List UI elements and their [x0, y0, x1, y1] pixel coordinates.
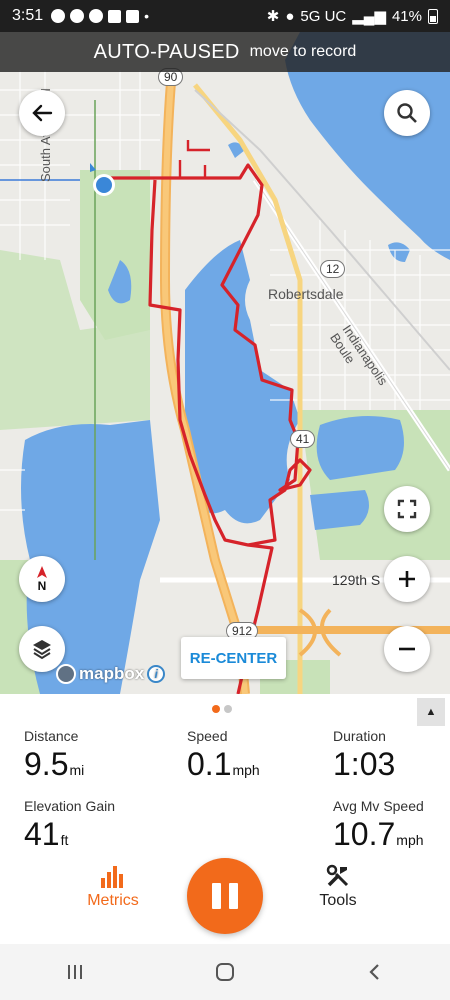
zoom-in-button[interactable] [384, 556, 430, 602]
home-icon[interactable] [214, 961, 236, 983]
page-dot-active [212, 705, 220, 713]
layers-icon [33, 640, 51, 660]
metric-label: Distance [24, 728, 79, 744]
pause-button[interactable] [187, 858, 263, 934]
highway-shield-12: 12 [320, 260, 346, 278]
status-right: ✱ ● 5G UC ▂▄▆ 41% [267, 7, 438, 25]
metric-label: Elevation Gain [24, 798, 116, 814]
banner-title: AUTO-PAUSED [93, 40, 240, 63]
messenger-icon [70, 9, 85, 23]
recenter-button[interactable]: RE-CENTER [181, 637, 286, 679]
status-time: 3:51 [12, 7, 44, 24]
metric-label: Speed [187, 728, 228, 744]
nav-tools-tab[interactable]: Tools [312, 864, 364, 910]
more-notifications-icon: • [144, 8, 150, 24]
metric-elevation-gain: Elevation Gain 41ft [24, 798, 115, 853]
search-button[interactable] [384, 90, 430, 136]
bluetooth-icon: ✱ [266, 8, 280, 25]
metric-value: 41 [24, 816, 60, 852]
metric-label: Avg Mv Speed [333, 798, 424, 814]
plus-icon [399, 571, 415, 587]
signal-icon: ▂▄▆ [352, 8, 386, 25]
place-label-robertsdale: Robertsdale [268, 286, 344, 302]
fullscreen-icon [397, 499, 417, 519]
pause-icon-bar [229, 883, 238, 909]
banner-subtitle: move to record [249, 43, 357, 60]
bar-chart-icon [101, 866, 123, 888]
metric-unit: mi [69, 762, 85, 778]
info-icon[interactable]: i [147, 665, 166, 683]
metric-distance: Distance 9.5mi [24, 728, 84, 783]
street-label-129th: 129th S [332, 572, 381, 588]
fullscreen-button[interactable] [384, 486, 430, 532]
minus-icon [399, 647, 415, 651]
map-canvas [0, 32, 450, 694]
map-view[interactable]: South Avenue H Robertsdale Indianapolis … [0, 32, 450, 694]
metric-duration: Duration 1:03 [333, 728, 395, 783]
system-nav-bar [0, 944, 450, 1000]
collapse-button[interactable]: ▲ [417, 698, 445, 726]
status-bar: 3:51 • ✱ ● 5G UC ▂▄▆ 41% [0, 0, 450, 32]
battery-icon [428, 8, 438, 24]
zoom-out-button[interactable] [384, 626, 430, 672]
back-icon[interactable] [365, 962, 385, 982]
nav-metrics-tab[interactable]: Metrics [84, 864, 142, 910]
chat-icon [89, 9, 104, 23]
metric-value: 9.5 [24, 746, 69, 782]
back-button[interactable] [19, 90, 65, 136]
metric-speed: Speed 0.1mph [187, 728, 260, 783]
page-indicator[interactable] [212, 705, 232, 713]
auto-paused-banner: AUTO-PAUSED move to record [0, 32, 450, 72]
search-icon [397, 103, 417, 123]
location-icon: ● [285, 7, 295, 25]
metric-value: 10.7 [333, 816, 396, 852]
messenger-icon [51, 9, 66, 23]
app-root: 3:51 • ✱ ● 5G UC ▂▄▆ 41% Robertsdale Ind… [0, 0, 450, 1000]
notification-icons: • [51, 8, 149, 24]
metric-unit: mph [232, 762, 260, 778]
metric-value: 0.1 [187, 746, 232, 782]
tools-icon [326, 864, 349, 887]
page-dot [224, 705, 232, 713]
triangle-up-icon: ▲ [425, 706, 437, 718]
compass-button[interactable]: N [19, 556, 65, 602]
back-arrow-icon [32, 104, 53, 122]
mapbox-mark-icon [56, 664, 76, 684]
pause-icon-bar [212, 883, 221, 909]
nav-metrics-label: Metrics [87, 892, 139, 909]
recent-apps-icon[interactable] [65, 962, 85, 982]
facebook-icon [108, 9, 122, 23]
metric-unit: ft [60, 832, 69, 848]
metric-value: 1:03 [333, 746, 396, 782]
metric-avg-moving-speed: Avg Mv Speed 10.7mph [333, 798, 424, 853]
compass-label: N [37, 579, 47, 593]
mapbox-logo: mapbox i [56, 664, 166, 684]
notification-icon [126, 9, 140, 23]
mapbox-wordmark: mapbox [79, 664, 145, 683]
metric-unit: mph [396, 832, 424, 848]
network-label: 5G UC [300, 7, 347, 25]
compass-icon [37, 566, 47, 578]
battery-label: 41% [391, 7, 422, 25]
highway-shield-41: 41 [290, 430, 316, 448]
metrics-panel: ▲ Distance 9.5mi Speed 0.1mph Duration 1… [0, 694, 450, 944]
metric-label: Duration [333, 728, 386, 744]
nav-tools-label: Tools [319, 892, 357, 909]
